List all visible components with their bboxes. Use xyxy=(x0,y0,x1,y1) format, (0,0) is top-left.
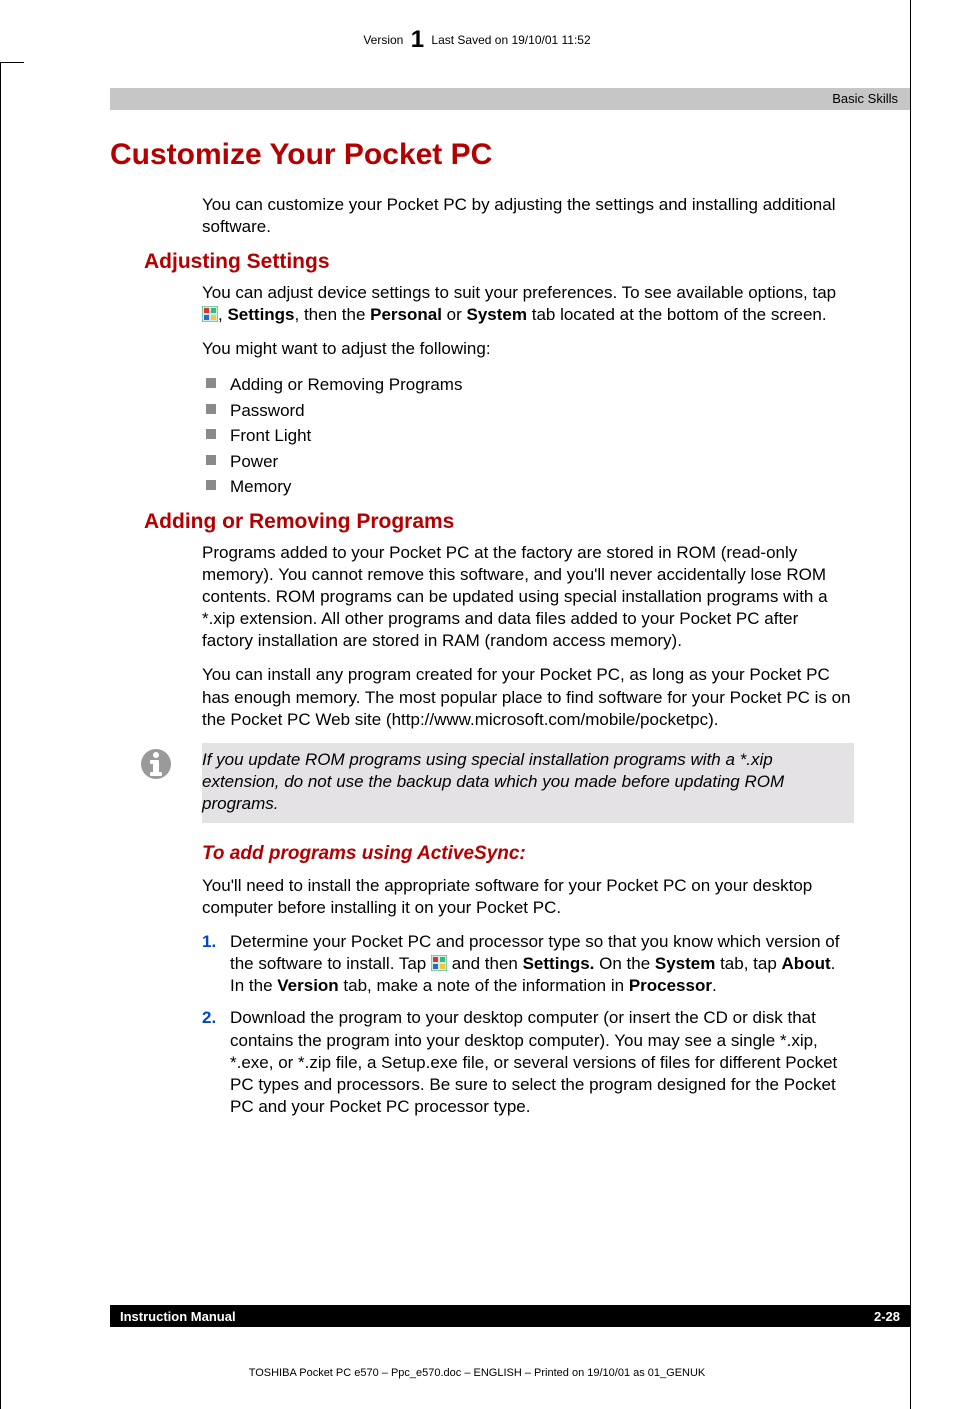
info-icon xyxy=(110,743,202,823)
adjusting-p2: You might want to adjust the following: xyxy=(202,338,854,360)
text-fragment: tab, tap xyxy=(715,954,781,973)
version-label: Version xyxy=(363,33,403,47)
heading-adjusting-settings: Adjusting Settings xyxy=(144,250,854,274)
text-fragment: You can adjust device settings to suit y… xyxy=(202,283,836,302)
bold-version: Version xyxy=(277,976,338,995)
steps-list: 1. Determine your Pocket PC and processo… xyxy=(202,931,854,1118)
section-header-band: Basic Skills xyxy=(110,88,910,110)
note-box: If you update ROM programs using special… xyxy=(110,743,854,823)
adjusting-p1: You can adjust device settings to suit y… xyxy=(202,282,854,326)
adding-p2: You can install any program created for … xyxy=(202,664,854,730)
bold-personal: Personal xyxy=(370,305,442,324)
adding-p1: Programs added to your Pocket PC at the … xyxy=(202,542,854,652)
crop-mark-top-left xyxy=(0,62,24,63)
text-fragment: tab, make a note of the information in xyxy=(339,976,629,995)
list-item: Power xyxy=(202,449,854,475)
footer-band: Instruction Manual 2-28 xyxy=(110,1305,910,1327)
heading-activesync: To add programs using ActiveSync: xyxy=(202,843,854,865)
note-text: If you update ROM programs using special… xyxy=(202,743,854,823)
start-flag-icon xyxy=(431,955,447,971)
text-fragment: . xyxy=(712,976,717,995)
step-number: 1. xyxy=(202,931,216,953)
list-item: Password xyxy=(202,398,854,424)
text-fragment: and then xyxy=(447,954,523,973)
text-fragment: Download the program to your desktop com… xyxy=(230,1008,837,1115)
adjust-list: Adding or Removing Programs Password Fro… xyxy=(202,372,854,500)
start-flag-icon xyxy=(202,306,218,322)
intro-paragraph: You can customize your Pocket PC by adju… xyxy=(202,194,854,238)
breadcrumb: Basic Skills xyxy=(832,91,898,106)
text-fragment: , then the xyxy=(295,305,371,324)
step-item: 2. Download the program to your desktop … xyxy=(202,1007,854,1117)
text-fragment: or xyxy=(442,305,467,324)
version-number: 1 xyxy=(407,26,428,53)
list-item: Memory xyxy=(202,474,854,500)
text-fragment: tab located at the bottom of the screen. xyxy=(527,305,827,324)
list-item: Front Light xyxy=(202,423,854,449)
footer-page-number: 2-28 xyxy=(874,1309,900,1324)
text-fragment: On the xyxy=(594,954,654,973)
bold-processor: Processor xyxy=(629,976,712,995)
crop-mark-right xyxy=(910,0,911,1409)
bold-about: About xyxy=(782,954,831,973)
footer-left: Instruction Manual xyxy=(120,1309,236,1324)
step-item: 1. Determine your Pocket PC and processo… xyxy=(202,931,854,997)
step-number: 2. xyxy=(202,1007,216,1029)
bold-settings: Settings. xyxy=(523,954,595,973)
heading-adding-removing: Adding or Removing Programs xyxy=(144,510,854,534)
page-title: Customize Your Pocket PC xyxy=(110,138,854,172)
activesync-intro: You'll need to install the appropriate s… xyxy=(202,875,854,919)
bold-system: System xyxy=(467,305,527,324)
bold-settings: Settings xyxy=(227,305,294,324)
print-info: TOSHIBA Pocket PC e570 – Ppc_e570.doc – … xyxy=(0,1367,954,1379)
list-item: Adding or Removing Programs xyxy=(202,372,854,398)
last-saved: Last Saved on 19/10/01 11:52 xyxy=(431,33,590,47)
crop-mark-left xyxy=(0,63,1,1409)
version-header: Version 1 Last Saved on 19/10/01 11:52 xyxy=(0,26,954,54)
bold-system: System xyxy=(655,954,715,973)
